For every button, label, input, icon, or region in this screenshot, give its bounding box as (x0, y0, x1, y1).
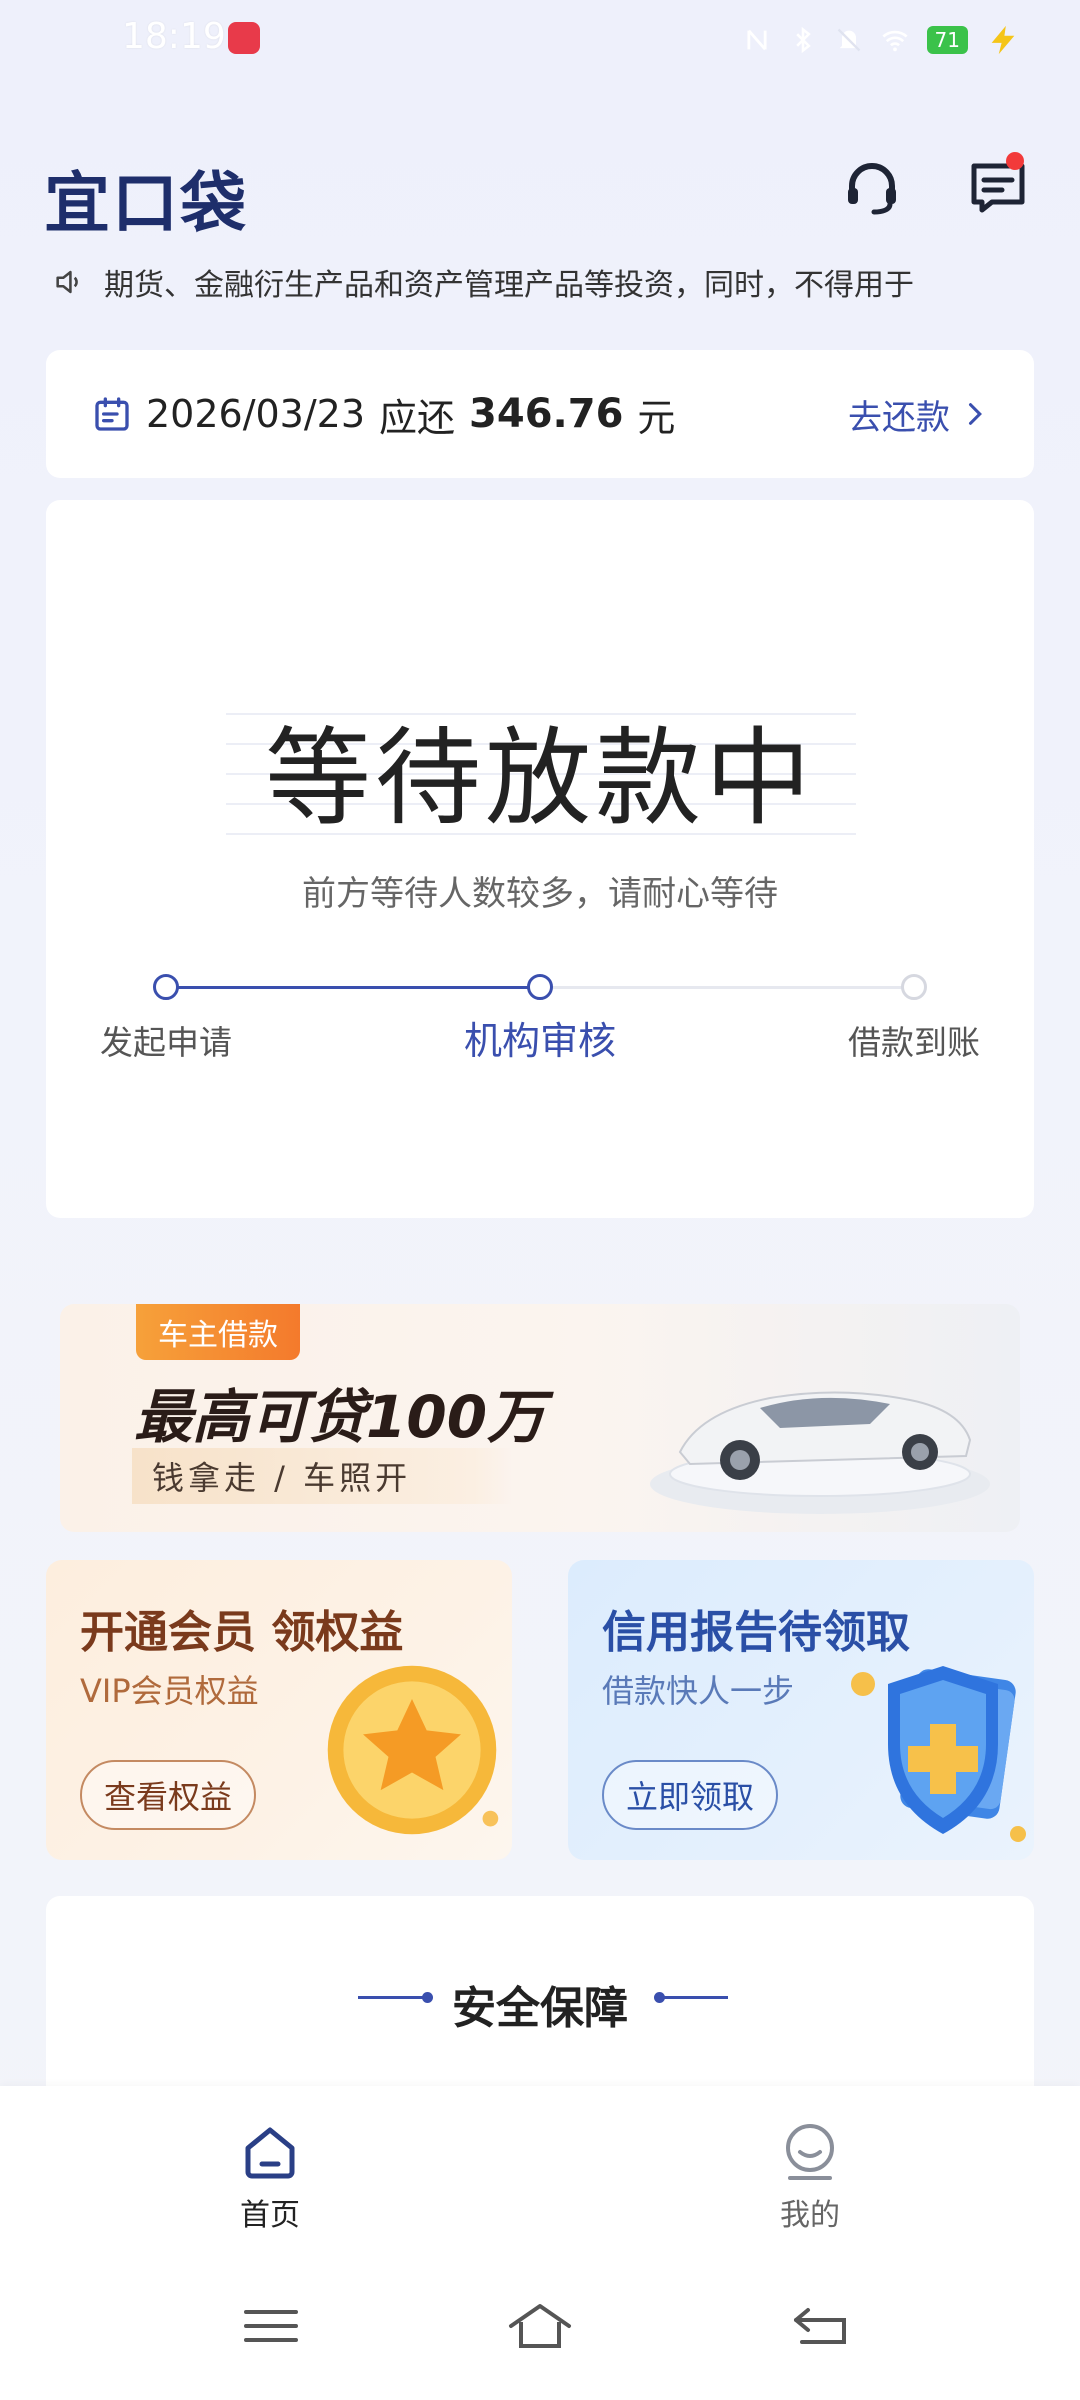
loan-status-subtitle: 前方等待人数较多，请耐心等待 (302, 874, 778, 914)
notification-dot (1006, 152, 1024, 170)
repayment-unit: 元 (637, 395, 676, 440)
repayment-date: 2026/03/23 (146, 392, 366, 436)
notice-bar[interactable]: 期货、金融衍生产品和资产管理产品等投资，同时，不得用于 (52, 258, 1042, 306)
step-dot-review (527, 974, 553, 1000)
repayment-info: 2026/03/23 应还 346.76 元 (92, 387, 675, 442)
go-repay-button[interactable]: 去还款 (848, 390, 988, 439)
credit-report-card[interactable]: 信用报告待领取 借款快人一步 立即领取 (568, 1560, 1034, 1860)
step-label-arrival: 借款到账 (848, 1023, 980, 1062)
step-dot-arrival (901, 974, 927, 1000)
status-bar: 18:19 71 (0, 0, 1080, 80)
bluetooth-icon (795, 26, 811, 54)
car-image (650, 1391, 990, 1514)
charging-icon (991, 25, 1015, 55)
home-nav-icon[interactable] (505, 2296, 575, 2356)
nfc-icon (746, 29, 767, 51)
repayment-due-label: 应还 (379, 395, 456, 440)
divider-line (658, 1996, 728, 1999)
repayment-amount: 346.76 (469, 391, 624, 437)
back-icon[interactable] (788, 2296, 858, 2356)
status-indicators: 71 (743, 22, 1020, 58)
security-title: 安全保障 (452, 1983, 628, 2034)
nav-home-label: 首页 (240, 2198, 300, 2233)
car-loan-banner[interactable]: 车主借款 最高可贷100万 钱拿走 / 车照开 (60, 1304, 1020, 1532)
progress-line-pending (540, 986, 914, 989)
go-repay-label: 去还款 (848, 397, 950, 438)
vip-promo-subtitle: VIP会员权益 (80, 1672, 259, 1710)
headset-icon[interactable] (840, 156, 904, 220)
progress-line-done (166, 986, 540, 989)
nav-mine-label: 我的 (780, 2198, 840, 2233)
home-icon (245, 2127, 295, 2179)
vip-promo-card[interactable]: 开通会员 领权益 VIP会员权益 查看权益 (46, 1560, 512, 1860)
bill-icon (95, 397, 129, 431)
loan-status-title: 等待放款中 (265, 717, 815, 840)
loan-status-card: 等待放款中 前方等待人数较多，请耐心等待 发起申请 机构审核 借款到账 (46, 500, 1034, 1218)
banner-subtitle: 钱拿走 / 车照开 (132, 1448, 512, 1504)
profile-icon (786, 2124, 834, 2180)
nav-mine[interactable]: 我的 (730, 2122, 890, 2234)
system-nav-bar (0, 2256, 1080, 2400)
star-coin-icon (327, 1665, 499, 1835)
nav-home[interactable]: 首页 (190, 2122, 350, 2234)
view-benefits-button[interactable]: 查看权益 (80, 1760, 257, 1830)
status-time: 18:19 (122, 16, 226, 57)
mute-icon (837, 28, 860, 52)
battery-indicator: 71 (926, 26, 968, 54)
notice-text: 期货、金融衍生产品和资产管理产品等投资，同时，不得用于 (104, 268, 914, 303)
menu-icon[interactable] (236, 2296, 306, 2356)
wifi-icon (882, 30, 908, 52)
step-label-review: 机构审核 (463, 1019, 616, 1063)
vip-promo-title: 开通会员 领权益 (80, 1607, 404, 1658)
credit-promo-subtitle: 借款快人一步 (602, 1672, 795, 1710)
banner-title: 最高可贷100万 (134, 1383, 546, 1451)
app-logo: 宜口袋 (44, 165, 248, 242)
bottom-nav: 首页 我的 (0, 2086, 1080, 2256)
speaker-icon (56, 270, 78, 294)
banner-tag: 车主借款 (136, 1304, 300, 1360)
step-label-apply: 发起申请 (100, 1023, 232, 1062)
app-notification-icon (228, 22, 260, 54)
step-dot-apply (153, 974, 179, 1000)
claim-now-button[interactable]: 立即领取 (602, 1760, 779, 1830)
chevron-right-icon (968, 403, 982, 425)
security-card: 安全保障 (46, 1896, 1034, 2116)
shield-icon (851, 1666, 1026, 1842)
repayment-card[interactable]: 2026/03/23 应还 346.76 元 去还款 (46, 350, 1034, 478)
